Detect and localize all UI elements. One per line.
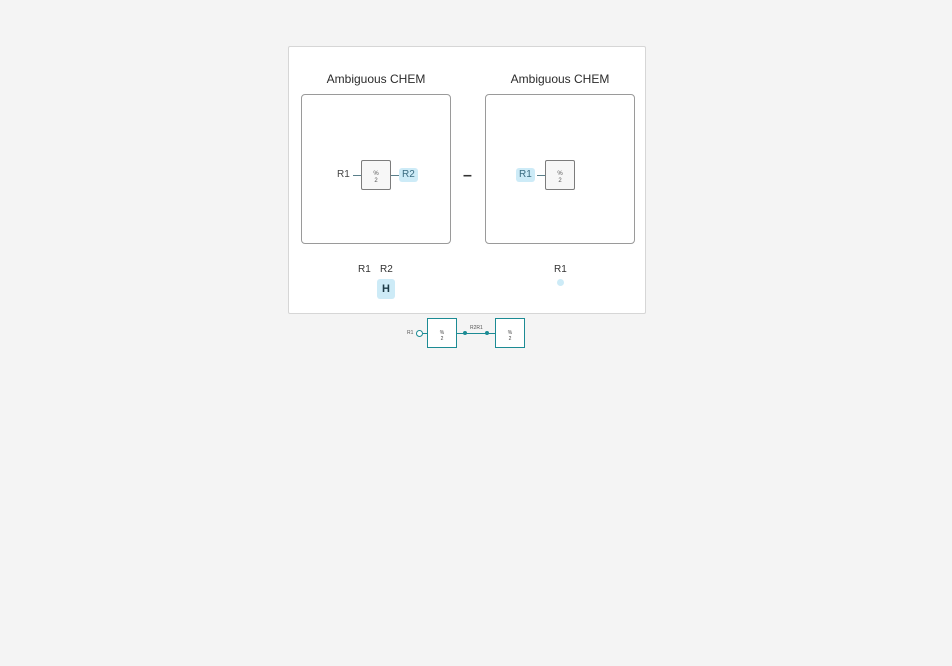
panel-2-empty-attachment-dot[interactable]: [557, 279, 564, 286]
panel-1-glyph-symbol: %: [373, 171, 379, 177]
panel-2-glyph-symbol: %: [557, 171, 563, 177]
sequence-monomer-1-count: 2: [440, 336, 444, 342]
panel-2-r1-label[interactable]: R1: [516, 168, 535, 182]
panel-1-title: Ambiguous CHEM: [326, 72, 426, 86]
panel-1-structure-box[interactable]: R1 % 2 R2: [301, 94, 451, 244]
sequence-bond-dot-left: [463, 331, 467, 335]
panel-1-glyph-count: 2: [374, 178, 378, 184]
panel-1-attachment-r1: R1: [358, 264, 371, 275]
panel-1-r2-label[interactable]: R2: [399, 168, 418, 182]
sequence-monomer-2[interactable]: % 2: [495, 318, 525, 348]
panel-1-r1-label[interactable]: R1: [337, 168, 350, 182]
panel-2-title: Ambiguous CHEM: [510, 72, 610, 86]
sequence-monomer-1[interactable]: % 2: [427, 318, 457, 348]
panel-2-glyph-count: 2: [558, 178, 562, 184]
panel-2-monomer-glyph[interactable]: % 2: [545, 160, 575, 190]
panel-1-monomer-glyph[interactable]: % 2: [361, 160, 391, 190]
sequence-bond-label: R2R1: [470, 325, 483, 331]
sequence-monomer-2-count: 2: [508, 336, 512, 342]
minus-operator: –: [463, 167, 472, 184]
sequence-bond-dot-right: [485, 331, 489, 335]
panel-1-attachment-r2: R2: [380, 264, 393, 275]
panel-1-right-bond: [391, 175, 399, 176]
monomer-comparison-card: Ambiguous CHEM R1 % 2 R2 R1 R2 H – Ambig…: [288, 46, 646, 314]
sequence-start-label: R1: [407, 330, 414, 336]
panel-1-hydrogen-chip[interactable]: H: [377, 279, 395, 299]
panel-2-attachment-r1: R1: [554, 264, 567, 275]
sequence-start-ring: [416, 330, 423, 337]
panel-2-structure-box[interactable]: R1 % 2: [485, 94, 635, 244]
